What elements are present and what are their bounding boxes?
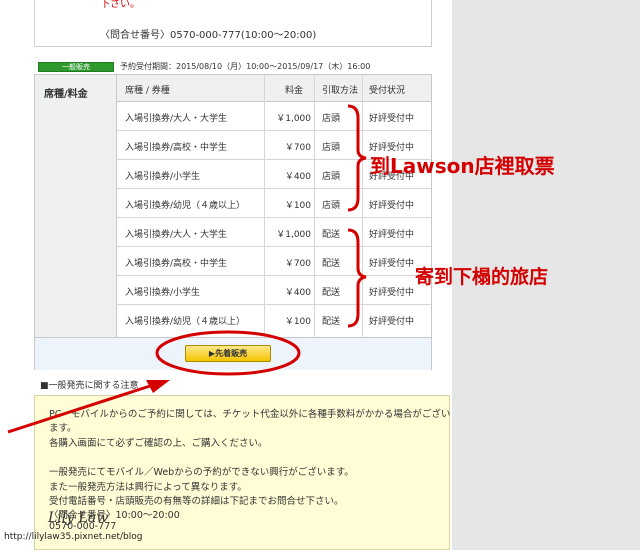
notice-line: 各購入画面にて必ずご確認の上、ご購入ください。 (49, 438, 268, 449)
ticket-price: ￥700 (284, 143, 311, 153)
pickup-method: 配送 (322, 317, 341, 327)
pickup-method: 配送 (322, 259, 341, 269)
sale-status: 好評受付中 (369, 201, 415, 211)
pickup-method: 店頭 (322, 114, 341, 124)
annotation-lawson: 到Lawson店裡取票 (370, 154, 555, 178)
ticket-type: 入場引換券/大人・大学生 (125, 230, 228, 240)
column-divider (264, 75, 265, 337)
watermark-url: http://lilylaw35.pixnet.net/blog (4, 532, 143, 542)
header-status: 受付状況 (369, 86, 406, 96)
table-row: 入場引換券/小学生 ￥400 配送 好評受付中 (117, 276, 431, 305)
sale-status: 好評受付中 (369, 114, 415, 124)
header-price: 料金 (285, 86, 304, 96)
column-divider (362, 75, 363, 337)
ticket-price: ￥100 (284, 201, 311, 211)
watermark-signature: Lily Law (48, 510, 109, 526)
annotation-hotel: 寄到下榻的旅店 (415, 266, 549, 288)
general-sale-badge: 一般販売 (38, 62, 114, 72)
info-box-border (431, 0, 432, 46)
notice-title: ■一般発売に関する注意 (40, 381, 139, 391)
first-come-sale-button[interactable]: ▶先着販売 (185, 345, 271, 362)
notice-box: PC・モバイルからのご予約に関しては、チケット代金以外に各種手数料がかかる場合が… (34, 395, 450, 550)
ticket-price: ￥1,000 (276, 230, 311, 240)
table-row: 入場引換券/幼児（４歳以上） ￥100 配送 好評受付中 (117, 305, 431, 334)
ticket-price: ￥100 (284, 317, 311, 327)
ticket-price: ￥1,000 (276, 114, 311, 124)
info-box-border (34, 0, 35, 46)
notice-line: また一般発売方法は興行によって異なります。 (49, 482, 247, 493)
pickup-method: 配送 (322, 288, 341, 298)
sale-status: 好評受付中 (369, 317, 415, 327)
sale-status: 好評受付中 (369, 230, 415, 240)
ticket-type: 入場引換券/大人・大学生 (125, 114, 228, 124)
pickup-method: 店頭 (322, 172, 341, 182)
arrow-head (146, 380, 170, 393)
pickup-method: 店頭 (322, 143, 341, 153)
contact-number-text: 〈問合せ番号〉0570-000-777(10:00～20:00) (100, 30, 317, 41)
ticket-type: 入場引換券/幼児（４歳以上） (125, 317, 246, 327)
notice-line: 受付電話番号・店頭販売の有無等の詳細は下記までお問合せ下さい。 (49, 496, 344, 507)
ticket-table: 席種/料金 席種 / 券種 料金 引取方法 受付状況 入場引換券/大人・大学生 … (34, 74, 432, 370)
ticket-type: 入場引換券/小学生 (125, 172, 201, 182)
reservation-period: 予約受付期間：2015/08/10（月）10:00～2015/09/17（木）1… (120, 62, 371, 71)
ticket-type: 入場引換券/幼児（４歳以上） (125, 201, 246, 211)
pickup-method: 配送 (322, 230, 341, 240)
ticket-type: 入場引換券/小学生 (125, 288, 201, 298)
header-pickup-method: 引取方法 (322, 86, 359, 96)
table-row: 入場引換券/大人・大学生 ￥1,000 配送 好評受付中 (117, 218, 431, 247)
notice-line: ます。 (49, 423, 77, 434)
table-header-row: 席種 / 券種 料金 引取方法 受付状況 (117, 75, 431, 102)
seat-price-header-cell: 席種/料金 (35, 75, 117, 337)
sale-status: 好評受付中 (369, 259, 415, 269)
ticket-type: 入場引換券/高校・中学生 (125, 143, 228, 153)
table-row: 入場引換券/幼児（４歳以上） ￥100 店頭 好評受付中 (117, 189, 431, 218)
header-ticket-type: 席種 / 券種 (125, 86, 170, 96)
ticket-type: 入場引換券/高校・中学生 (125, 259, 228, 269)
notice-line: PC・モバイルからのご予約に関しては、チケット代金以外に各種手数料がかかる場合が… (49, 409, 451, 420)
ticket-price: ￥700 (284, 259, 311, 269)
column-divider (314, 75, 315, 337)
seat-price-label: 席種/料金 (44, 89, 88, 100)
notice-line: 一般発売にてモバイル／Webからの予約ができない興行がございます。 (49, 467, 354, 478)
table-row: 入場引換券/高校・中学生 ￥700 配送 好評受付中 (117, 247, 431, 276)
info-box-border (34, 46, 432, 47)
ticket-price: ￥400 (284, 288, 311, 298)
sale-status: 好評受付中 (369, 288, 415, 298)
notice-red-text: 下さい。 (100, 0, 140, 10)
pickup-method: 店頭 (322, 201, 341, 211)
ticket-price: ￥400 (284, 172, 311, 182)
table-row: 入場引換券/大人・大学生 ￥1,000 店頭 好評受付中 (117, 102, 431, 131)
